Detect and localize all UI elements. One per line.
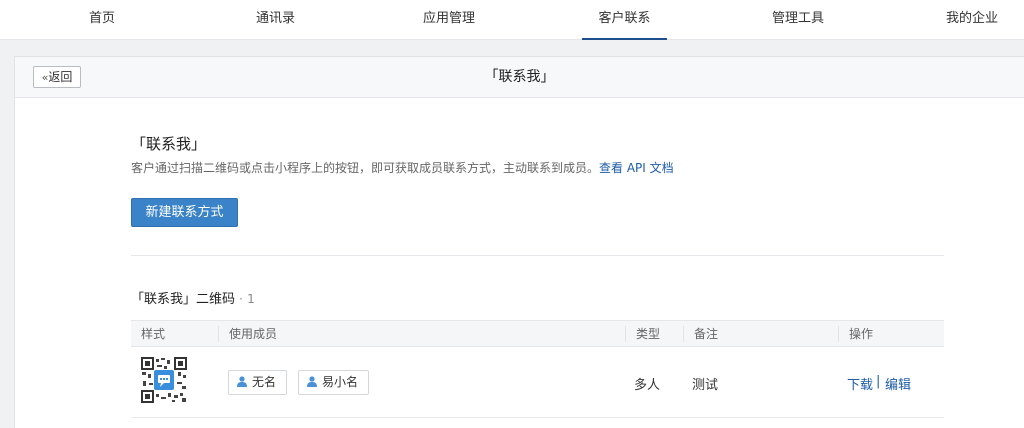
member-name: 无名 [252, 375, 277, 389]
nav-contacts[interactable]: 通讯录 [256, 0, 295, 40]
content-panel: 「联系我」 «返回 「联系我」 客户通过扫描二维码或点击小程序上的按钮，即可获取… [14, 56, 1024, 428]
person-icon [307, 376, 317, 387]
column-members: 使用成员 [218, 326, 277, 342]
divider [131, 255, 944, 256]
nav-home[interactable]: 首页 [89, 0, 115, 40]
back-button-label: 返回 [48, 70, 73, 84]
api-doc-link[interactable]: 查看 API 文档 [599, 161, 674, 175]
column-type: 类型 [625, 326, 660, 342]
list-count: 1 [247, 292, 255, 306]
type-cell: 多人 [634, 378, 661, 393]
section-title: 「联系我」 [131, 135, 207, 153]
member-tag[interactable]: 无名 [228, 370, 288, 395]
nav-app-management[interactable]: 应用管理 [423, 0, 475, 40]
remark-cell: 测试 [692, 378, 719, 393]
nav-customer-contact[interactable]: 客户联系 [582, 0, 667, 40]
column-actions: 操作 [838, 326, 873, 342]
nav-management-tools[interactable]: 管理工具 [772, 0, 824, 40]
table-row: 无名 易小名 多人 测试 下载 | 编辑 [131, 347, 944, 418]
person-icon [237, 376, 247, 387]
new-contact-method-button[interactable]: 新建联系方式 [131, 198, 238, 227]
list-count-separator: · [239, 292, 243, 306]
download-link[interactable]: 下载 [847, 374, 873, 393]
column-style: 样式 [141, 327, 166, 341]
member-tag[interactable]: 易小名 [298, 370, 370, 395]
description-text: 客户通过扫描二维码或点击小程序上的按钮，即可获取成员联系方式，主动联系到成员。 [131, 161, 600, 175]
page-title: 「联系我」 [484, 69, 555, 85]
action-separator: | [876, 374, 881, 389]
column-remark: 备注 [683, 326, 718, 342]
qr-code-icon[interactable] [141, 357, 187, 403]
table-header: 样式 使用成员 类型 备注 操作 [131, 320, 944, 347]
top-navigation: 首页 通讯录 应用管理 客户联系 管理工具 我的企业 [0, 0, 1024, 40]
nav-my-enterprise[interactable]: 我的企业 [946, 0, 998, 40]
back-button[interactable]: «返回 [33, 66, 81, 88]
panel-header: 「联系我」 «返回 [15, 57, 1024, 98]
member-name: 易小名 [322, 375, 359, 389]
edit-link[interactable]: 编辑 [885, 374, 911, 393]
section-description: 客户通过扫描二维码或点击小程序上的按钮，即可获取成员联系方式，主动联系到成员。查… [131, 159, 674, 176]
list-title-text: 「联系我」二维码 [131, 292, 236, 307]
list-title: 「联系我」二维码 · 1 [131, 288, 255, 307]
